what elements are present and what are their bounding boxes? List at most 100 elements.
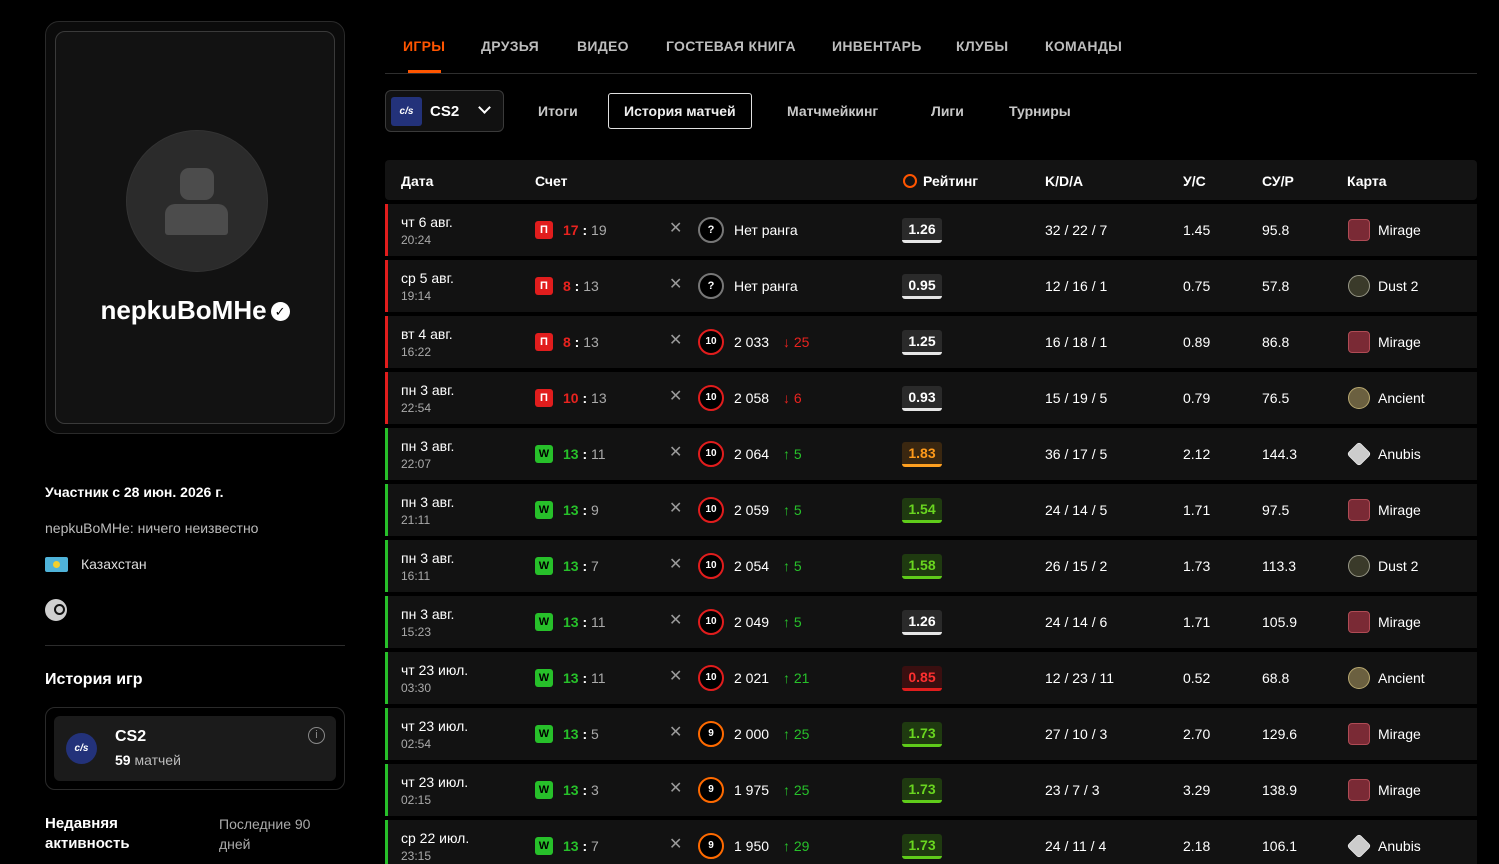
match-row[interactable]: пн 3 авг. 22:54 П 10 : 13 ✕ 10 2 058 ↓ 6 0.93 15 … bbox=[385, 372, 1477, 424]
crossed-swords-icon: ✕ bbox=[669, 612, 683, 629]
adr-value: 105.9 bbox=[1262, 614, 1298, 630]
rating-badge: 1.73 bbox=[902, 778, 942, 803]
elo-value: 2 021 bbox=[734, 670, 770, 686]
map-mirage-icon bbox=[1348, 723, 1370, 745]
match-table-header: Дата Счет Рейтинг K/D/A У/С СУ/Р Карта bbox=[385, 160, 1477, 200]
matches-label: матчей bbox=[130, 752, 181, 768]
subtab-leagues[interactable]: Лиги bbox=[931, 103, 964, 119]
tab-videos[interactable]: ВИДЕО bbox=[577, 38, 629, 54]
tab-teams[interactable]: КОМАНДЫ bbox=[1045, 38, 1122, 54]
kda-value: 32 / 22 / 7 bbox=[1045, 222, 1108, 238]
skill-level-icon: ? bbox=[698, 273, 724, 299]
profile-card: nepkuBoMHe ✓ bbox=[45, 21, 345, 434]
match-score: 10 : 13 bbox=[563, 390, 607, 406]
rating-badge: 0.93 bbox=[902, 386, 942, 411]
match-score: 8 : 13 bbox=[563, 334, 599, 350]
score-own: 13 bbox=[563, 502, 579, 518]
tab-clubs[interactable]: КЛУБЫ bbox=[956, 38, 1008, 54]
score-opponent: 13 bbox=[583, 278, 599, 294]
recent-activity-title: Недавняя активность bbox=[45, 815, 130, 852]
score-separator: : bbox=[578, 222, 592, 238]
kda-value: 16 / 18 / 1 bbox=[1045, 334, 1108, 350]
elo-value: Нет ранга bbox=[734, 278, 798, 294]
score-separator: : bbox=[578, 390, 592, 406]
match-row[interactable]: чт 23 июл. 02:15 W 13 : 3 ✕ 9 1 975 ↑ 25 1.73 23 … bbox=[385, 764, 1477, 816]
score-own: 13 bbox=[563, 782, 579, 798]
rating-badge: 1.73 bbox=[902, 722, 942, 747]
rating-badge: 1.83 bbox=[902, 442, 942, 467]
map-mirage-icon bbox=[1348, 331, 1370, 353]
kazakhstan-flag-icon bbox=[45, 556, 68, 572]
match-row[interactable]: чт 23 июл. 03:30 W 13 : 11 ✕ 10 2 021 ↑ 21 0.85 1… bbox=[385, 652, 1477, 704]
kr-value: 1.71 bbox=[1183, 614, 1211, 630]
recent-activity-period[interactable]: Последние 90 дней bbox=[219, 814, 339, 854]
header-kr: У/С bbox=[1183, 173, 1206, 189]
match-row[interactable]: чт 23 июл. 02:54 W 13 : 5 ✕ 9 2 000 ↑ 25 1.73 27 … bbox=[385, 708, 1477, 760]
result-badge: W bbox=[535, 669, 553, 687]
elo-value: 1 975 bbox=[734, 782, 770, 798]
map-name: Mirage bbox=[1378, 726, 1421, 742]
crossed-swords-icon: ✕ bbox=[669, 332, 683, 349]
score-opponent: 11 bbox=[591, 614, 606, 630]
score-opponent: 7 bbox=[591, 558, 599, 574]
adr-value: 57.8 bbox=[1262, 278, 1290, 294]
tab-guestbook[interactable]: ГОСТЕВАЯ КНИГА bbox=[666, 38, 796, 54]
score-own: 17 bbox=[563, 222, 579, 238]
match-score: 13 : 11 bbox=[563, 614, 606, 630]
match-row[interactable]: чт 6 авг. 20:24 П 17 : 19 ✕? Нет ранга 1.26 32 … bbox=[385, 204, 1477, 256]
match-row[interactable]: вт 4 авг. 16:22 П 8 : 13 ✕ 10 2 033 ↓ 25 1.25 16 … bbox=[385, 316, 1477, 368]
avatar-placeholder-head bbox=[180, 168, 214, 200]
map-anubis-icon bbox=[1346, 833, 1372, 859]
subtab-match-history[interactable]: История матчей bbox=[608, 93, 752, 129]
match-row[interactable]: пн 3 авг. 16:11 W 13 : 7 ✕ 10 2 054 ↑ 5 1.58 26 /… bbox=[385, 540, 1477, 592]
match-time: 15:23 bbox=[401, 625, 432, 639]
map-name: Ancient bbox=[1378, 390, 1425, 406]
rating-badge: 1.73 bbox=[902, 834, 942, 859]
map-name: Ancient bbox=[1378, 670, 1425, 686]
match-score: 13 : 11 bbox=[563, 446, 606, 462]
match-time: 20:24 bbox=[401, 233, 432, 247]
match-row[interactable]: ср 22 июл. 23:15 W 13 : 7 ✕ 9 1 950 ↑ 29 1.73 24 … bbox=[385, 820, 1477, 864]
member-since: Участник с 28 июн. 2026 г. bbox=[45, 484, 224, 500]
elo-value: 2 049 bbox=[734, 614, 770, 630]
active-tab-underline bbox=[408, 70, 441, 73]
score-separator: : bbox=[578, 838, 592, 854]
adr-value: 68.8 bbox=[1262, 670, 1290, 686]
tab-inventory[interactable]: ИНВЕНТАРЬ bbox=[832, 38, 922, 54]
info-icon[interactable]: i bbox=[308, 727, 325, 744]
subtab-tournaments[interactable]: Турниры bbox=[1009, 103, 1071, 119]
match-row[interactable]: пн 3 авг. 21:11 W 13 : 9 ✕ 10 2 059 ↑ 5 1.54 24 /… bbox=[385, 484, 1477, 536]
kr-value: 3.29 bbox=[1183, 782, 1211, 798]
score-opponent: 7 bbox=[591, 838, 599, 854]
steam-icon[interactable] bbox=[45, 599, 67, 621]
elo-value: 1 950 bbox=[734, 838, 770, 854]
map-anubis-icon bbox=[1346, 441, 1372, 467]
game-select-dropdown[interactable]: c/s CS2 bbox=[385, 90, 504, 132]
subtab-matchmaking[interactable]: Матчмейкинг bbox=[787, 103, 878, 119]
matches-number: 59 bbox=[115, 752, 131, 768]
match-date: пн 3 авг. bbox=[401, 438, 455, 454]
crossed-swords-icon: ✕ bbox=[669, 724, 683, 741]
score-separator: : bbox=[578, 782, 592, 798]
skill-level-icon: 10 bbox=[698, 329, 724, 355]
match-row[interactable]: ср 5 авг. 19:14 П 8 : 13 ✕? Нет ранга 0.95 12 /… bbox=[385, 260, 1477, 312]
tab-friends[interactable]: ДРУЗЬЯ bbox=[481, 38, 539, 54]
rating-badge: 1.54 bbox=[902, 498, 942, 523]
kda-value: 24 / 14 / 6 bbox=[1045, 614, 1108, 630]
kr-value: 1.71 bbox=[1183, 502, 1211, 518]
map-name: Dust 2 bbox=[1378, 278, 1419, 294]
avatar[interactable] bbox=[126, 130, 268, 272]
match-row[interactable]: пн 3 авг. 15:23 W 13 : 11 ✕ 10 2 049 ↑ 5 1.26 24 … bbox=[385, 596, 1477, 648]
profile-sidebar: nepkuBoMHe ✓ Участник с 28 июн. 2026 г. n… bbox=[45, 21, 345, 852]
kda-value: 26 / 15 / 2 bbox=[1045, 558, 1108, 574]
match-row[interactable]: пн 3 авг. 22:07 W 13 : 11 ✕ 10 2 064 ↑ 5 1.83 36 … bbox=[385, 428, 1477, 480]
result-badge: W bbox=[535, 557, 553, 575]
elo-value: 2 033 bbox=[734, 334, 770, 350]
match-date: пн 3 авг. bbox=[401, 494, 455, 510]
result-badge: W bbox=[535, 725, 553, 743]
game-card-cs2[interactable]: c/s CS2 59 матчей i bbox=[45, 707, 345, 790]
score-own: 13 bbox=[563, 726, 579, 742]
subtab-summary[interactable]: Итоги bbox=[538, 103, 578, 119]
header-date: Дата bbox=[401, 173, 434, 189]
tab-games[interactable]: ИГРЫ bbox=[403, 38, 445, 54]
